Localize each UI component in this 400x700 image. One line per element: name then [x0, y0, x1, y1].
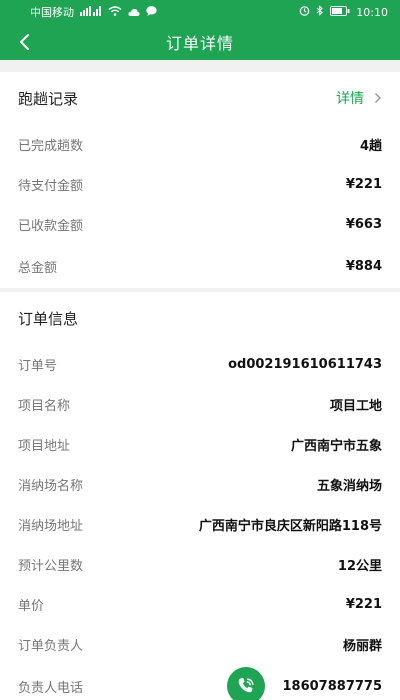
- message-icon: [146, 5, 157, 19]
- order-row-site-name: 消纳场名称 五象消纳场: [0, 464, 400, 504]
- row-value: 五象消纳场: [316, 478, 382, 494]
- order-info-title: 订单信息: [18, 309, 79, 328]
- row-value: ¥884: [345, 258, 382, 274]
- phone-number: 18607887775: [282, 678, 383, 694]
- signal-icon: [80, 5, 102, 19]
- row-label: 待支付金额: [18, 178, 84, 194]
- status-bar: 中国移动 10:10: [0, 0, 400, 24]
- trip-row-total: 总金额 ¥884: [0, 244, 400, 288]
- trip-row-pending: 待支付金额 ¥221: [0, 164, 400, 204]
- row-value: od002191610611743: [228, 356, 382, 372]
- row-label: 已收款金额: [18, 218, 84, 234]
- row-value: ¥663: [345, 216, 382, 232]
- chevron-right-icon: [375, 93, 381, 103]
- row-value: 4趟: [359, 138, 382, 154]
- row-label: 已完成趟数: [18, 138, 84, 154]
- order-row-distance: 预计公里数 12公里: [0, 544, 400, 584]
- order-row-project-address: 项目地址 广西南宁市五象: [0, 424, 400, 464]
- back-button[interactable]: [10, 28, 38, 56]
- row-value: ¥221: [345, 176, 382, 192]
- order-row-unit-price: 单价 ¥221: [0, 584, 400, 624]
- row-label: 订单负责人: [18, 638, 84, 654]
- wifi-icon: [108, 5, 122, 19]
- row-label: 总金额: [18, 260, 58, 276]
- order-info-header: 订单信息: [0, 292, 400, 344]
- trip-record-header: 跑趟记录 详情: [0, 72, 400, 124]
- cloud-icon: [128, 6, 140, 19]
- row-label: 项目名称: [18, 398, 71, 414]
- order-row-number: 订单号 od002191610611743: [0, 344, 400, 384]
- trip-detail-label: 详情: [336, 91, 364, 107]
- bluetooth-icon: [316, 5, 324, 19]
- page-title: 订单详情: [165, 34, 234, 53]
- trip-detail-link[interactable]: 详情: [336, 88, 382, 108]
- order-row-phone: 负责人电话 18607887775: [0, 664, 400, 700]
- row-label: 预计公里数: [18, 558, 84, 574]
- trip-row-received: 已收款金额 ¥663: [0, 204, 400, 244]
- row-label: 消纳场名称: [18, 478, 84, 494]
- phone-wrap: 18607887775: [226, 667, 383, 700]
- row-label: 负责人电话: [18, 680, 84, 696]
- order-row-manager: 订单负责人 杨丽群: [0, 624, 400, 664]
- call-button[interactable]: [226, 667, 265, 700]
- row-value: 12公里: [337, 558, 382, 574]
- trip-row-completed: 已完成趟数 4趟: [0, 124, 400, 164]
- row-value: 广西南宁市良庆区新阳路118号: [198, 518, 382, 534]
- row-label: 项目地址: [18, 438, 71, 454]
- nav-bar: 订单详情: [0, 24, 400, 60]
- row-label: 单价: [18, 598, 45, 614]
- row-label: 订单号: [18, 358, 58, 374]
- battery-icon: [330, 5, 350, 19]
- row-value: 广西南宁市五象: [290, 438, 382, 454]
- status-left: 中国移动: [30, 4, 157, 20]
- trip-record-section: 跑趟记录 详情 已完成趟数 4趟 待支付金额 ¥221 已收款金额 ¥663 总…: [0, 72, 400, 288]
- status-right: 10:10: [299, 5, 388, 19]
- row-value: ¥221: [345, 596, 382, 612]
- row-value: 杨丽群: [342, 638, 382, 654]
- order-row-site-address: 消纳场地址 广西南宁市良庆区新阳路118号: [0, 504, 400, 544]
- order-row-project-name: 项目名称 项目工地: [0, 384, 400, 424]
- trip-record-title: 跑趟记录: [18, 89, 79, 108]
- phone-icon: [238, 677, 254, 693]
- carrier-label: 中国移动: [30, 6, 74, 19]
- row-value: 项目工地: [329, 398, 382, 414]
- clock-time: 10:10: [356, 5, 388, 19]
- order-info-section: 订单信息 订单号 od002191610611743 项目名称 项目工地 项目地…: [0, 292, 400, 700]
- alarm-icon: [299, 5, 310, 19]
- row-label: 消纳场地址: [18, 518, 84, 534]
- chevron-left-icon: [20, 34, 29, 50]
